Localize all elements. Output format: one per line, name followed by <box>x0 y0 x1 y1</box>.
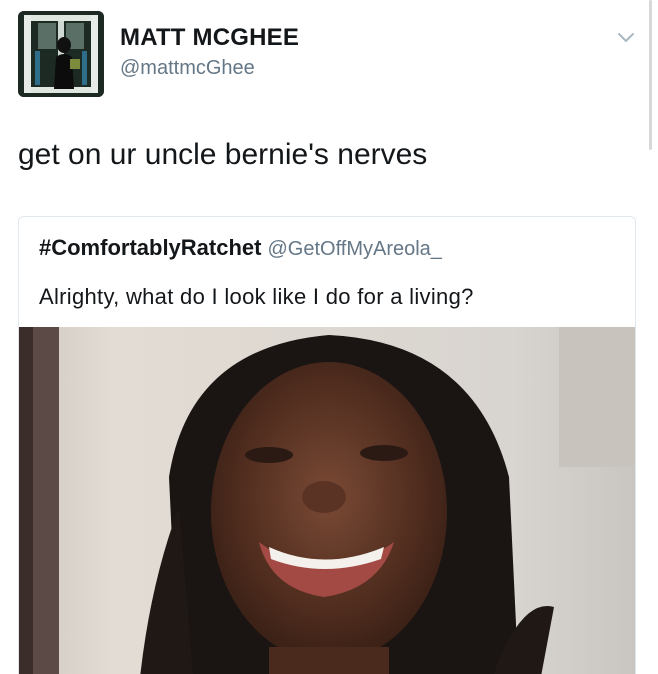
tweet-card: MATT MCGHEE @mattmcGhee get on ur uncle … <box>0 0 658 674</box>
quoted-author-handle[interactable]: @GetOffMyAreola_ <box>267 238 441 260</box>
scrollbar[interactable] <box>649 0 652 150</box>
quoted-tweet-header: #ComfortablyRatchet @GetOffMyAreola_ <box>39 235 442 261</box>
tweet-text: get on ur uncle bernie's nerves <box>18 138 428 171</box>
avatar[interactable] <box>18 11 104 97</box>
author-handle[interactable]: @mattmcGhee <box>120 57 255 80</box>
author-name[interactable]: MATT MCGHEE <box>120 24 299 52</box>
quoted-tweet-photo[interactable] <box>19 327 635 674</box>
quoted-author-name[interactable]: #ComfortablyRatchet <box>39 235 261 260</box>
quoted-tweet-card[interactable]: #ComfortablyRatchet @GetOffMyAreola_ Alri… <box>18 216 636 674</box>
quoted-tweet-text: Alrighty, what do I look like I do for a… <box>39 284 474 309</box>
chevron-down-icon[interactable] <box>616 30 636 46</box>
